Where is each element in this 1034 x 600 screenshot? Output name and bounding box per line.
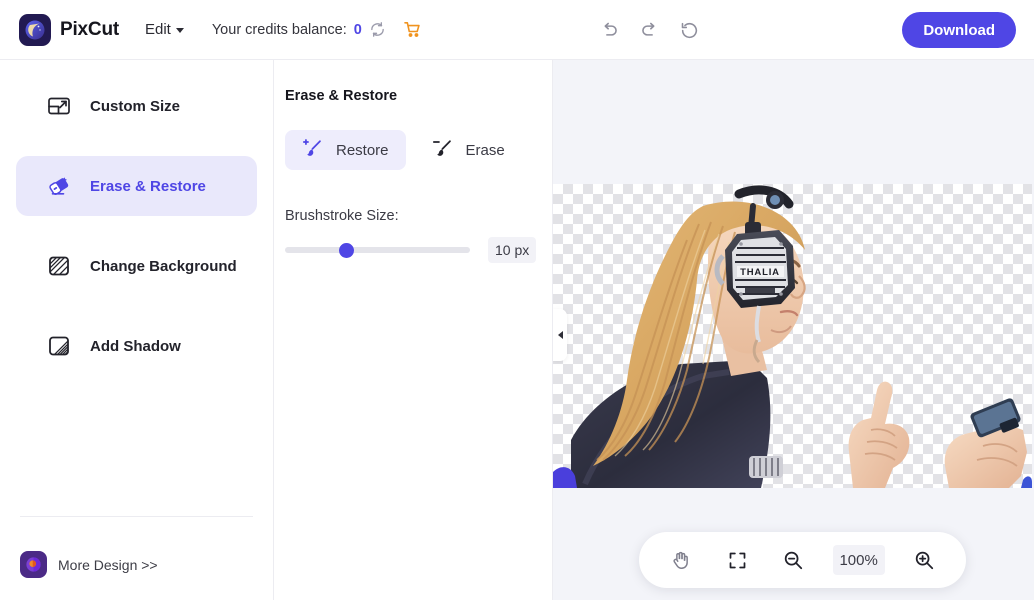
app-body: Custom Size Erase & Restore Change Backg… — [0, 60, 1034, 600]
redo-icon[interactable] — [638, 19, 660, 41]
collapse-left-arrow-icon — [557, 331, 563, 339]
sidebar-footer: More Design >> — [0, 516, 273, 600]
image-stage[interactable]: THALIA — [553, 184, 1032, 488]
sidebar-item-label: Add Shadow — [90, 337, 181, 355]
add-shadow-icon — [46, 333, 72, 359]
zoom-in-icon[interactable] — [907, 543, 941, 577]
sidebar-item-erase-restore[interactable]: Erase & Restore — [16, 156, 257, 216]
brush-plus-icon — [302, 137, 324, 163]
slider-thumb[interactable] — [339, 242, 355, 258]
brush-size-slider[interactable] — [285, 240, 470, 260]
reset-icon[interactable] — [678, 19, 700, 41]
sidebar-item-list: Custom Size Erase & Restore Change Backg… — [0, 60, 273, 396]
canvas-area[interactable]: THALIA 100% — [553, 60, 1034, 600]
sidebar: Custom Size Erase & Restore Change Backg… — [0, 60, 274, 600]
restore-mode-button[interactable]: Restore — [285, 130, 406, 170]
brush-size-label: Brushstroke Size: — [285, 208, 399, 224]
brush-minus-icon — [432, 137, 454, 163]
hand-tool-icon[interactable] — [664, 543, 698, 577]
sidebar-item-label: Erase & Restore — [90, 177, 206, 195]
more-design-logo — [20, 551, 47, 578]
sidebar-item-custom-size[interactable]: Custom Size — [16, 76, 257, 136]
zoom-toolbar: 100% — [639, 532, 966, 588]
credits-balance: Your credits balance: 0 — [212, 20, 422, 39]
panel-title: Erase & Restore — [285, 88, 398, 104]
subject-image: THALIA — [553, 185, 1032, 488]
panel-collapse-handle[interactable] — [553, 309, 567, 361]
brand[interactable]: PixCut — [19, 13, 119, 46]
undo-icon[interactable] — [598, 19, 620, 41]
options-panel: Erase & Restore Restore Erase Brushstrok… — [274, 60, 553, 600]
slider-track — [285, 247, 470, 253]
brush-size-value: 10 px — [488, 237, 537, 263]
history-tools — [598, 0, 700, 60]
sidebar-item-label: Custom Size — [90, 97, 181, 115]
download-button[interactable]: Download — [902, 12, 1016, 48]
custom-size-icon — [46, 93, 72, 119]
restore-mode-label: Restore — [336, 141, 389, 159]
pixcut-editor: PixCut Edit Your credits balance: 0 Down… — [0, 0, 1034, 600]
edit-menu-label: Edit — [144, 21, 171, 38]
brush-mode-group: Restore Erase — [274, 130, 552, 170]
brush-size-row: 10 px — [274, 237, 552, 263]
change-background-icon — [46, 253, 72, 279]
svg-text:THALIA: THALIA — [740, 267, 780, 278]
erase-mode-button[interactable]: Erase — [415, 130, 522, 170]
shopping-cart-icon[interactable] — [403, 20, 422, 39]
erase-mode-label: Erase — [465, 141, 505, 159]
more-design-label: More Design >> — [58, 556, 158, 573]
sidebar-item-label: Change Background — [90, 257, 237, 275]
credits-value: 0 — [353, 21, 362, 38]
fit-to-screen-icon[interactable] — [720, 543, 754, 577]
pixcut-moon-logo — [19, 13, 51, 46]
refresh-icon[interactable] — [369, 21, 386, 38]
more-design-link[interactable]: More Design >> — [20, 551, 253, 578]
edit-menu[interactable]: Edit — [145, 21, 184, 38]
brand-name: PixCut — [60, 18, 119, 40]
zoom-out-icon[interactable] — [776, 543, 810, 577]
app-header: PixCut Edit Your credits balance: 0 Down… — [0, 0, 1034, 60]
sidebar-item-add-shadow[interactable]: Add Shadow — [16, 316, 257, 376]
erase-restore-icon — [46, 173, 72, 199]
credits-label: Your credits balance: — [211, 21, 347, 38]
divider — [20, 516, 253, 517]
zoom-level-value[interactable]: 100% — [832, 545, 885, 575]
chevron-down-icon — [175, 28, 184, 33]
sidebar-item-change-background[interactable]: Change Background — [16, 236, 257, 296]
